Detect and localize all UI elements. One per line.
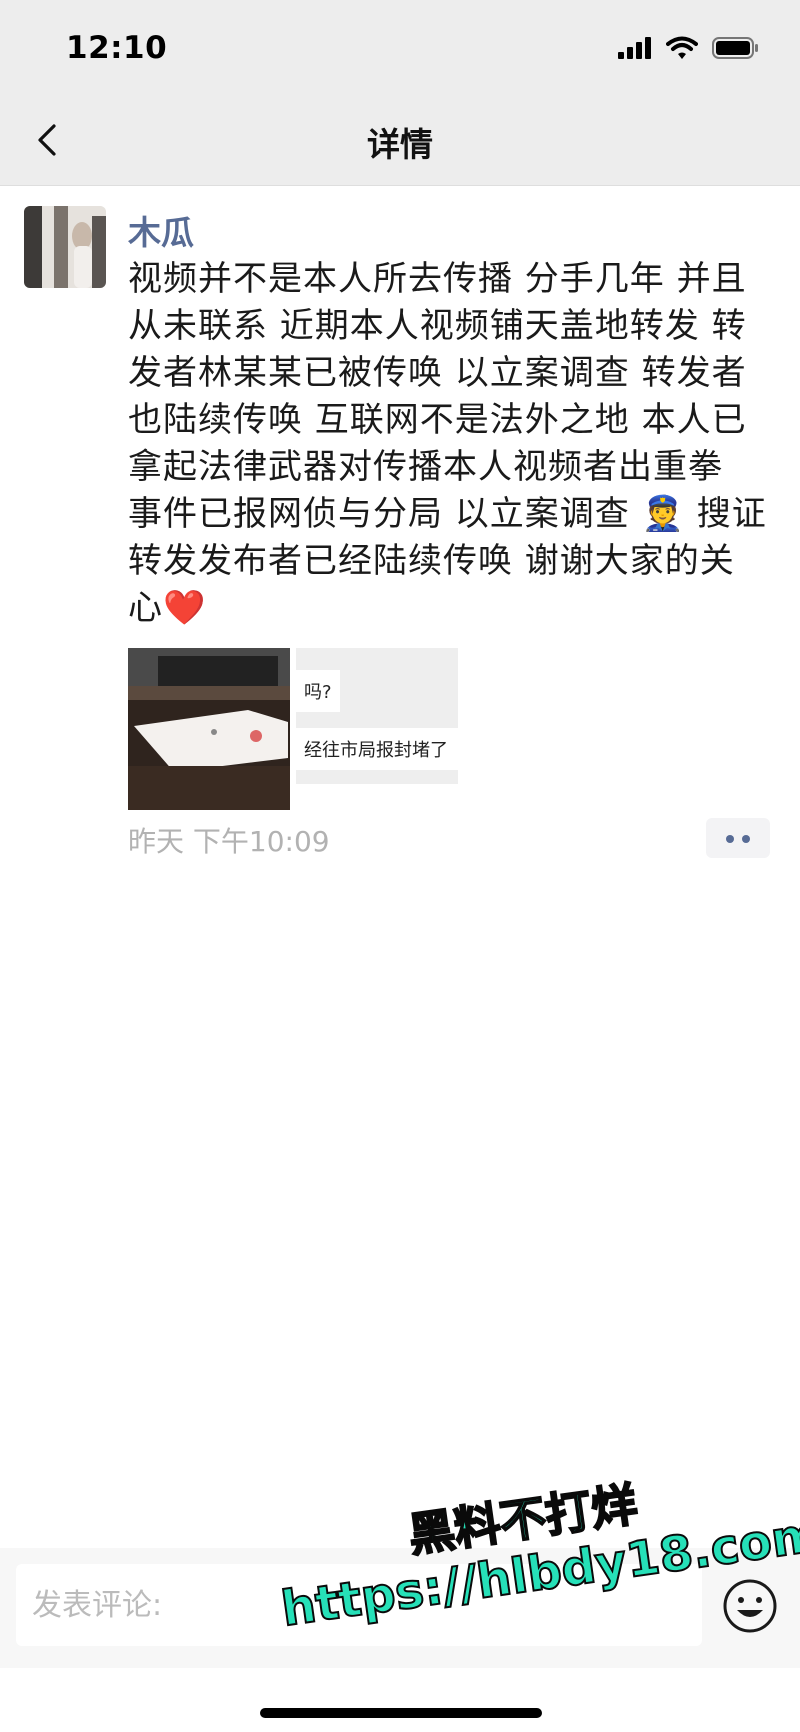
page-title: 详情 [367,125,433,164]
dot-icon [742,835,750,843]
avatar[interactable] [24,206,106,288]
home-indicator [260,1708,542,1718]
chat-bubble: 经往市局报封堵了 [296,728,458,770]
status-time: 12:10 [66,30,168,66]
smiley-face-icon [723,1579,777,1633]
chat-bubble: 吗? [296,670,340,712]
post-images: 吗? 经往市局报封堵了 [128,648,462,810]
status-bar: 12:10 [0,0,800,96]
chat-bubble-partial [296,784,458,810]
wifi-icon [666,36,698,59]
chat-screenshot[interactable]: 吗? 经往市局报封堵了 [296,648,458,810]
cellular-signal-icon [618,37,651,59]
username[interactable]: 木瓜 [128,206,194,254]
dot-icon [726,835,734,843]
post-text: 视频并不是本人所去传播 分手几年 并且从未联系 近期本人视频铺天盖地转发 转发者… [128,259,767,628]
photo-desk-document[interactable] [128,648,290,810]
post-timestamp: 昨天 下午10:09 [128,825,330,858]
battery-icon [712,37,758,59]
emoji-button[interactable] [722,1578,778,1634]
navigation-bar: 详情 [0,96,800,186]
comment-like-menu-button[interactable] [706,818,770,858]
status-icons [618,36,760,60]
